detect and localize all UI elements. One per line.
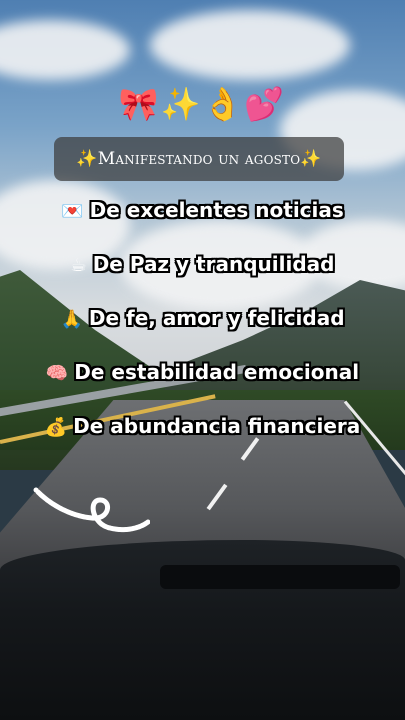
affirmation-line: 🙏 De fe, amor y felicidad [0,306,405,330]
affirmation-text: De Paz y tranquilidad [92,252,335,276]
praying-hands-icon: 🙏 [60,309,83,330]
emoji-row: 🎀✨👌💕 [118,85,287,123]
coffee-icon: ☕ [70,255,87,276]
title-box: ✨Manifestando un agosto✨ [54,137,344,181]
affirmation-text: De abundancia financiera [73,414,361,438]
squiggle-doodle [33,487,150,533]
dashboard-vent [160,565,400,589]
affirmation-text: De estabilidad emocional [74,360,360,384]
affirmation-line: ☕ De Paz y tranquilidad [0,252,405,276]
affirmation-line: 🧠 De estabilidad emocional [0,360,405,384]
love-letter-icon: 💌 [61,201,84,222]
money-bag-icon: 💰 [44,417,68,438]
affirmation-text: De excelentes noticias [89,198,344,222]
affirmation-text: De fe, amor y felicidad [88,306,345,330]
cloud [150,10,350,80]
affirmation-line: 💰 De abundancia financiera [0,414,405,438]
page-title: ✨Manifestando un agosto✨ [76,149,322,169]
affirmation-line: 💌 De excelentes noticias [0,198,405,222]
brain-icon: 🧠 [45,363,69,384]
